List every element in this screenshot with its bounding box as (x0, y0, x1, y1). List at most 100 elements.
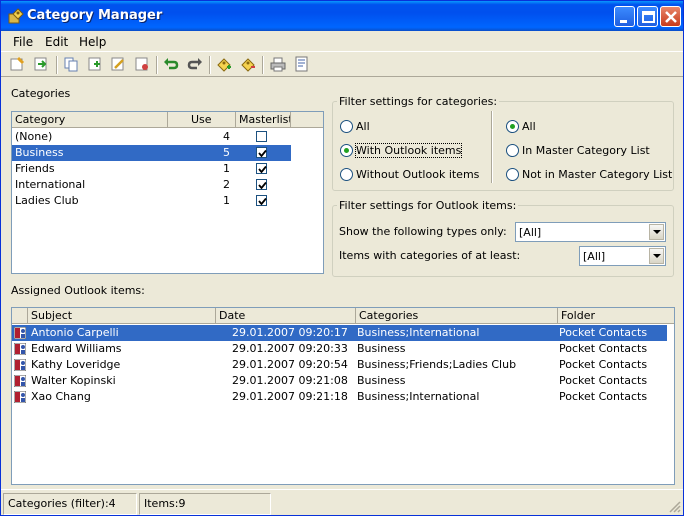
category-row[interactable]: International 2 (12, 177, 291, 193)
status-categories: Categories (filter):4 (3, 493, 137, 515)
print-preview-icon[interactable] (292, 55, 312, 74)
status-bar: Categories (filter):4 Items:9 (1, 489, 683, 515)
radio-not-in-master-list[interactable] (506, 168, 519, 181)
chevron-down-icon[interactable] (649, 248, 664, 264)
assigned-items-list[interactable]: Subject Date Categories Folder Antonio C… (11, 307, 675, 485)
maximize-icon (642, 11, 655, 23)
radio-all-outlook[interactable] (340, 120, 353, 133)
column-header-category[interactable]: Category (12, 112, 168, 128)
masterlist-checkbox[interactable] (256, 163, 267, 174)
masterlist-checkbox[interactable] (256, 147, 267, 158)
assign-category-icon[interactable] (214, 55, 234, 74)
radio-without-outlook-items-label[interactable]: Without Outlook items (356, 168, 479, 181)
category-row[interactable]: Friends 1 (12, 161, 291, 177)
new-category-icon[interactable] (7, 55, 27, 74)
item-folder: Pocket Contacts (559, 374, 648, 387)
item-date: 29.01.2007 09:21:18 (232, 390, 348, 403)
category-use-count: 1 (223, 194, 230, 207)
radio-all-outlook-label[interactable]: All (356, 120, 370, 133)
min-categories-label: Items with categories of at least: (339, 249, 521, 262)
column-header-use[interactable]: Use (168, 112, 236, 128)
category-row[interactable]: (None) 4 (12, 129, 291, 145)
category-name: Ladies Club (15, 194, 79, 207)
print-icon[interactable] (268, 55, 288, 74)
redo-icon[interactable] (185, 55, 205, 74)
radio-in-master-list[interactable] (506, 144, 519, 157)
categories-label: Categories (11, 87, 71, 100)
category-name: (None) (15, 130, 53, 143)
types-select[interactable]: [All] (515, 222, 666, 242)
table-row[interactable]: Edward Williams 29.01.2007 09:20:33 Busine… (12, 341, 667, 357)
close-button[interactable] (660, 6, 681, 27)
category-row[interactable]: Business 5 (12, 145, 291, 161)
column-header-masterlist[interactable]: Masterlist (236, 112, 291, 128)
category-row[interactable]: Ladies Club 1 (12, 193, 291, 209)
masterlist-checkbox[interactable] (256, 195, 267, 206)
add-icon[interactable] (85, 55, 105, 74)
column-header-date[interactable]: Date (216, 308, 356, 324)
category-use-count: 4 (223, 130, 230, 143)
column-header-categories[interactable]: Categories (356, 308, 558, 324)
masterlist-checkbox[interactable] (256, 179, 267, 190)
types-select-value: [All] (519, 226, 542, 239)
item-folder: Pocket Contacts (559, 326, 648, 339)
table-row[interactable]: Kathy Loveridge 29.01.2007 09:20:54 Busine… (12, 357, 667, 373)
category-use-count: 5 (223, 146, 230, 159)
column-header-folder[interactable]: Folder (558, 308, 674, 324)
minimize-button[interactable] (614, 6, 635, 27)
radio-not-in-master-list-label[interactable]: Not in Master Category List (522, 168, 672, 181)
title-bar[interactable]: Category Manager (1, 1, 683, 31)
menu-bar: File Edit Help (1, 31, 683, 51)
toolbar-separator (56, 56, 58, 74)
remove-category-icon[interactable] (238, 55, 258, 74)
contact-icon (14, 343, 26, 355)
close-icon (665, 11, 677, 23)
menu-help[interactable]: Help (79, 35, 106, 49)
maximize-button[interactable] (637, 6, 658, 27)
category-use-count: 1 (223, 162, 230, 175)
menu-file[interactable]: File (13, 35, 33, 49)
checkmark-icon (258, 181, 267, 190)
category-name: Business (15, 146, 64, 159)
filter-outlook-legend: Filter settings for Outlook items: (337, 199, 519, 212)
table-row[interactable]: Walter Kopinski 29.01.2007 09:21:08 Busine… (12, 373, 667, 389)
filter-categories-legend: Filter settings for categories: (337, 95, 500, 108)
item-subject: Antonio Carpelli (31, 326, 119, 339)
status-items: Items:9 (139, 493, 271, 515)
checkmark-icon (258, 149, 267, 158)
category-name: International (15, 178, 86, 191)
radio-all-master-label[interactable]: All (522, 120, 536, 133)
masterlist-checkbox[interactable] (256, 131, 267, 142)
min-categories-select-value: [All] (583, 250, 606, 263)
radio-without-outlook-items[interactable] (340, 168, 353, 181)
item-subject: Kathy Loveridge (31, 358, 121, 371)
contact-icon (14, 327, 26, 339)
item-folder: Pocket Contacts (559, 358, 648, 371)
min-categories-select[interactable]: [All] (579, 246, 666, 266)
chevron-down-icon[interactable] (649, 224, 664, 240)
import-icon[interactable] (31, 55, 51, 74)
column-header-subject[interactable]: Subject (28, 308, 216, 324)
copy-icon[interactable] (61, 55, 81, 74)
resize-grip-icon[interactable] (669, 501, 681, 513)
menu-edit[interactable]: Edit (45, 35, 68, 49)
checkmark-icon (258, 165, 267, 174)
item-categories: Business;Friends;Ladies Club (357, 358, 517, 371)
delete-icon[interactable] (132, 55, 152, 74)
category-use-count: 2 (223, 178, 230, 191)
radio-all-master[interactable] (506, 120, 519, 133)
edit-icon[interactable] (108, 55, 128, 74)
toolbar-separator (156, 56, 158, 74)
undo-icon[interactable] (161, 55, 181, 74)
contact-icon (14, 391, 26, 403)
toolbar-separator (262, 56, 264, 74)
categories-list[interactable]: Category Use Masterlist (None) 4 Business 5… (11, 111, 324, 274)
radio-in-master-list-label[interactable]: In Master Category List (522, 144, 650, 157)
table-row[interactable]: Xao Chang 29.01.2007 09:21:18 Business;Int… (12, 389, 667, 405)
radio-with-outlook-items-label[interactable]: With Outlook items (354, 143, 463, 158)
toolbar (1, 51, 683, 77)
contact-icon (14, 359, 26, 371)
table-row[interactable]: Antonio Carpelli 29.01.2007 09:20:17 Busin… (12, 325, 667, 341)
radio-with-outlook-items[interactable] (340, 144, 353, 157)
item-date: 29.01.2007 09:20:33 (232, 342, 348, 355)
